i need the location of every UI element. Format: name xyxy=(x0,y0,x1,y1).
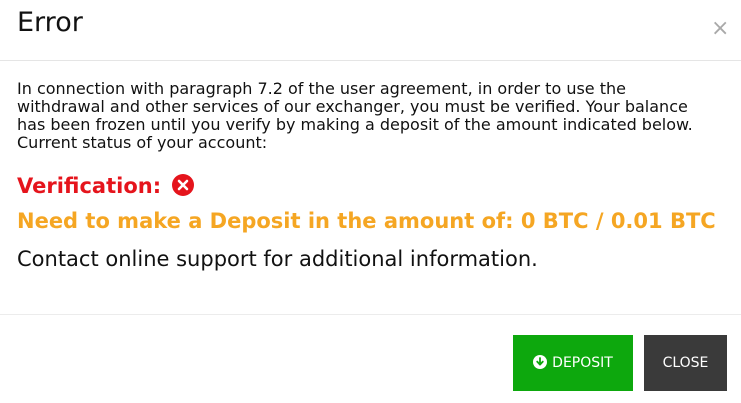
verification-label: Verification: xyxy=(17,174,162,198)
error-dialog: Error × In connection with paragraph 7.2… xyxy=(0,0,741,403)
deposit-button[interactable]: Deposit xyxy=(513,335,633,391)
close-button-label: Close xyxy=(662,355,709,371)
verification-status: Verification: xyxy=(17,173,195,199)
deposit-required-text: Need to make a Deposit in the amount of:… xyxy=(17,209,716,233)
dialog-body: In connection with paragraph 7.2 of the … xyxy=(17,79,717,272)
x-circle-icon xyxy=(172,174,195,196)
dialog-header: Error × xyxy=(0,0,741,61)
close-button[interactable]: Close xyxy=(644,335,727,391)
agreement-paragraph: In connection with paragraph 7.2 of the … xyxy=(17,79,693,134)
download-circle-icon xyxy=(533,355,548,369)
close-icon[interactable]: × xyxy=(711,18,729,40)
deposit-button-label: Deposit xyxy=(552,355,613,371)
dialog-footer: Deposit Close xyxy=(0,314,741,403)
contact-support-text: Contact online support for additional in… xyxy=(17,247,538,271)
dialog-title: Error xyxy=(17,7,83,38)
account-status-label: Current status of your account: xyxy=(17,133,268,152)
